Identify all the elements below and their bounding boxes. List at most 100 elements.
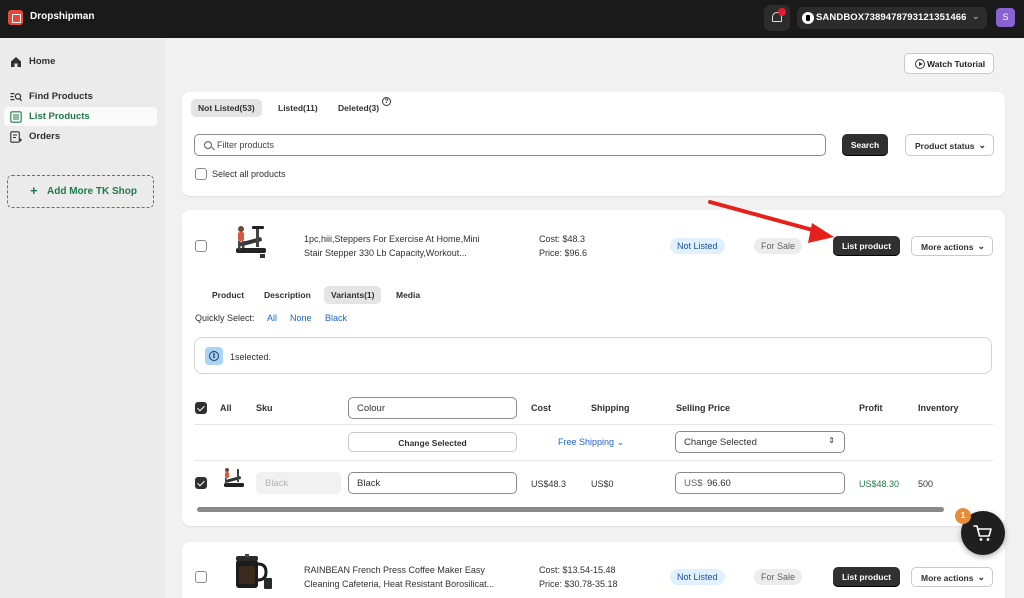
tab-description[interactable]: Description — [257, 286, 318, 304]
sku-input[interactable]: Black — [256, 472, 341, 494]
colour-header-label: Colour — [357, 403, 385, 414]
notification-button[interactable] — [764, 5, 790, 31]
cart-icon — [973, 525, 992, 541]
add-tk-shop-button[interactable]: + Add More TK Shop — [7, 175, 154, 208]
product-card: 1pc,hiii,Steppers For Exercise At Home,M… — [182, 210, 1005, 526]
product-title[interactable]: 1pc,hiii,Steppers For Exercise At Home,M… — [304, 234, 480, 244]
search-button[interactable]: Search — [842, 134, 888, 156]
product-title-line2: Cleaning Cafeteria, Heat Resistant Boros… — [304, 579, 495, 589]
sidebar-item-label: List Products — [29, 111, 90, 122]
top-bar: Dropshipman SANDBOX7389478793121351466 ⌄… — [0, 0, 1024, 38]
home-icon — [10, 56, 22, 68]
product-image-stepper[interactable] — [230, 224, 276, 264]
quick-select-all-link[interactable]: All — [267, 313, 277, 323]
avatar[interactable]: S — [996, 8, 1015, 27]
store-selector[interactable]: SANDBOX7389478793121351466 ⌄ — [797, 7, 987, 29]
quick-select-label: Quickly Select: — [195, 313, 255, 323]
sidebar-item-label: Home — [29, 56, 56, 67]
divider — [194, 460, 993, 461]
free-shipping-dropdown[interactable]: Free Shipping ⌄ — [558, 437, 624, 448]
store-name: SANDBOX7389478793121351466 — [816, 12, 967, 23]
quick-select-none-link[interactable]: None — [290, 313, 312, 323]
variant-colour-input[interactable]: Black — [348, 472, 517, 494]
product-cost: Cost: $13.54-15.48 — [539, 565, 616, 575]
product-checkbox[interactable] — [195, 240, 207, 252]
variant-shipping: US$0 — [591, 479, 614, 489]
product-title-line2: Stair Stepper 330 Lb Capacity,Workout... — [304, 248, 467, 258]
help-icon[interactable]: ? — [382, 97, 391, 106]
chevron-down-icon: ⌄ — [978, 140, 986, 150]
annotation-arrow-icon — [708, 200, 834, 243]
plus-icon: + — [30, 183, 38, 198]
product-checkbox[interactable] — [195, 571, 207, 583]
filter-input-field[interactable] — [217, 138, 817, 152]
sku-placeholder: Black — [265, 478, 289, 489]
product-card: RAINBEAN French Press Coffee Maker Easy … — [182, 542, 1005, 598]
selling-price-input[interactable]: US$ 96.60 — [675, 472, 845, 494]
select-all-checkbox[interactable] — [195, 168, 207, 180]
product-title[interactable]: RAINBEAN French Press Coffee Maker Easy — [304, 565, 485, 575]
chevron-down-icon: ⌄ — [977, 572, 985, 582]
sidebar-item-home[interactable]: Home — [4, 52, 157, 71]
sidebar-item-orders[interactable]: Orders — [4, 127, 157, 146]
notification-badge — [778, 8, 786, 16]
status-badge: Not Listed — [670, 569, 725, 585]
more-actions-button[interactable]: More actions ⌄ — [911, 236, 993, 256]
info-icon — [205, 347, 223, 365]
chevron-down-icon: ⌄ — [977, 241, 985, 251]
tiktok-icon — [802, 12, 814, 24]
variant-colour-value: Black — [357, 478, 381, 489]
product-cost: Cost: $48.3 — [539, 234, 586, 244]
selling-price-value: 96.60 — [707, 478, 731, 489]
more-actions-button[interactable]: More actions ⌄ — [911, 567, 993, 587]
product-status-label: Product status — [915, 141, 975, 151]
variant-profit: US$48.30 — [859, 479, 900, 489]
variant-cost: US$48.3 — [531, 479, 567, 489]
app-title: Dropshipman — [30, 11, 95, 22]
free-shipping-label: Free Shipping — [558, 437, 615, 447]
cost-column-header: Cost — [531, 403, 551, 413]
tab-listed[interactable]: Listed(11) — [271, 99, 325, 117]
filter-card: Not Listed(53) Listed(11) Deleted(3) ? S… — [182, 92, 1005, 196]
watch-tutorial-button[interactable]: Watch Tutorial — [904, 53, 994, 74]
price-change-label: Change Selected — [684, 437, 757, 448]
tab-not-listed[interactable]: Not Listed(53) — [191, 99, 262, 117]
horizontal-scrollbar[interactable] — [197, 507, 944, 512]
app-logo-icon — [8, 10, 23, 25]
more-actions-label: More actions — [921, 242, 974, 252]
variant-row-checkbox[interactable] — [195, 477, 207, 489]
price-prefix: US$ — [684, 478, 703, 489]
sidebar-item-label: Find Products — [29, 91, 93, 102]
all-column-header: All — [220, 403, 232, 413]
sidebar-item-find-products[interactable]: Find Products — [4, 87, 157, 106]
divider — [194, 424, 993, 425]
play-icon — [915, 59, 925, 69]
list-icon — [10, 111, 22, 123]
variant-image — [224, 468, 244, 487]
selling-price-column-header: Selling Price — [676, 403, 731, 413]
more-actions-label: More actions — [921, 573, 974, 583]
filter-products-input[interactable] — [194, 134, 826, 156]
product-image-coffee-maker[interactable] — [230, 554, 276, 594]
change-selected-button[interactable]: Change Selected — [348, 432, 517, 452]
colour-header-input[interactable]: Colour — [348, 397, 517, 419]
tab-product[interactable]: Product — [205, 286, 251, 304]
tab-media[interactable]: Media — [389, 286, 427, 304]
tab-deleted[interactable]: Deleted(3) — [331, 99, 386, 117]
add-shop-label: Add More TK Shop — [47, 186, 137, 197]
product-status-select[interactable]: Product status ⌄ — [905, 134, 994, 156]
sidebar-item-list-products[interactable]: List Products — [4, 107, 157, 126]
variant-all-checkbox[interactable] — [195, 402, 207, 414]
sidebar: Home Find Products List Products Orders … — [0, 38, 165, 598]
search-icon — [204, 141, 212, 149]
sku-column-header: Sku — [256, 403, 273, 413]
price-change-select[interactable]: Change Selected ⇕ — [675, 431, 845, 453]
list-product-button[interactable]: List product — [833, 567, 900, 587]
select-all-label: Select all products — [212, 169, 286, 179]
quick-select-black-link[interactable]: Black — [325, 313, 347, 323]
tab-variants[interactable]: Variants(1) — [324, 286, 382, 304]
watch-tutorial-label: Watch Tutorial — [927, 59, 986, 69]
selection-info-banner: 1selected. — [194, 337, 992, 374]
find-products-icon — [10, 91, 22, 103]
cart-count-badge: 1 — [955, 508, 971, 524]
